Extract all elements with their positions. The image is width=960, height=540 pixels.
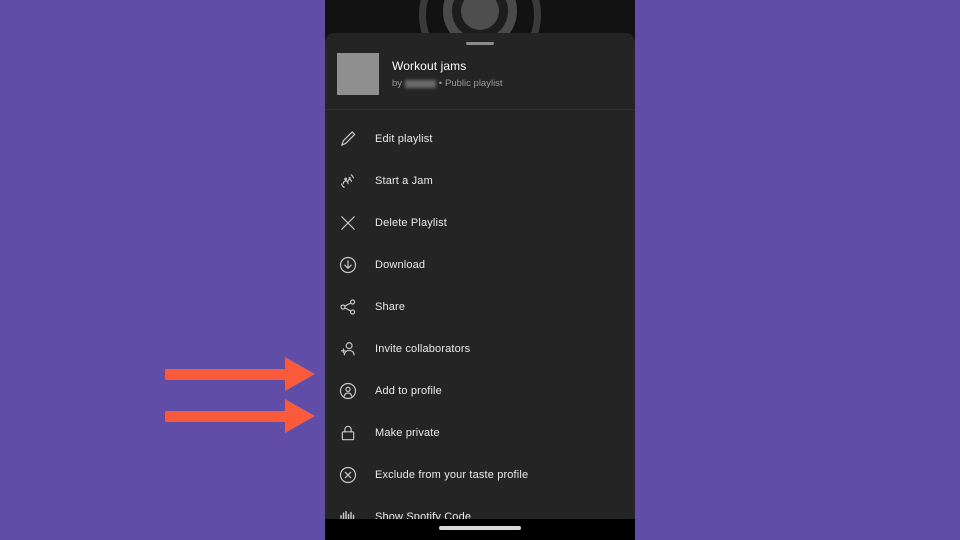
menu-item-delete-playlist[interactable]: Delete Playlist xyxy=(325,202,635,244)
context-menu-list: Edit playlist Start a Jam Delete Playlis… xyxy=(325,110,635,538)
close-x-icon xyxy=(337,212,359,234)
share-icon xyxy=(337,296,359,318)
playlist-header-text: Workout jams by Sandra • Public playlist xyxy=(392,59,503,90)
add-person-icon xyxy=(337,338,359,360)
menu-item-edit-playlist[interactable]: Edit playlist xyxy=(325,118,635,160)
menu-item-invite-collaborators[interactable]: Invite collaborators xyxy=(325,328,635,370)
menu-item-make-private[interactable]: Make private xyxy=(325,412,635,454)
menu-item-label: Delete Playlist xyxy=(375,217,447,229)
menu-item-share[interactable]: Share xyxy=(325,286,635,328)
playlist-title: Workout jams xyxy=(392,58,467,73)
system-navigation-bar xyxy=(325,519,635,540)
playlist-by-word: by xyxy=(392,77,403,89)
playlist-visibility: Public playlist xyxy=(445,77,503,89)
menu-item-add-to-profile[interactable]: Add to profile xyxy=(325,370,635,412)
context-menu-sheet: Workout jams by Sandra • Public playlist… xyxy=(325,33,635,524)
jam-icon xyxy=(337,170,359,192)
sheet-drag-handle[interactable] xyxy=(466,42,494,45)
menu-item-exclude-from-taste-profile[interactable]: Exclude from your taste profile xyxy=(325,454,635,496)
menu-item-label: Edit playlist xyxy=(375,133,433,145)
arrow-shaft xyxy=(165,410,287,422)
exclude-circle-icon xyxy=(337,464,359,486)
annotation-arrow-add-to-profile xyxy=(165,357,315,391)
menu-item-label: Exclude from your taste profile xyxy=(375,469,529,481)
phone-screen: Workout jams by Sandra • Public playlist… xyxy=(325,0,635,540)
menu-item-download[interactable]: Download xyxy=(325,244,635,286)
arrow-head xyxy=(285,357,315,391)
annotation-arrow-make-private xyxy=(165,399,315,433)
download-icon xyxy=(337,254,359,276)
pencil-icon xyxy=(337,128,359,150)
menu-item-start-a-jam[interactable]: Start a Jam xyxy=(325,160,635,202)
home-indicator[interactable] xyxy=(439,526,521,530)
profile-circle-icon xyxy=(337,380,359,402)
arrow-shaft xyxy=(165,368,287,380)
menu-item-label: Make private xyxy=(375,427,440,439)
menu-item-label: Share xyxy=(375,301,406,313)
menu-item-label: Add to profile xyxy=(375,385,442,397)
menu-item-label: Download xyxy=(375,259,426,271)
playlist-owner-redacted: Sandra xyxy=(405,79,436,88)
menu-item-label: Invite collaborators xyxy=(375,343,471,355)
menu-item-label: Start a Jam xyxy=(375,175,433,187)
playlist-cover-thumbnail xyxy=(337,53,379,95)
lock-icon xyxy=(337,422,359,444)
playlist-subtitle: by Sandra • Public playlist xyxy=(392,78,503,90)
arrow-head xyxy=(285,399,315,433)
playlist-subtitle-separator: • xyxy=(438,77,443,89)
